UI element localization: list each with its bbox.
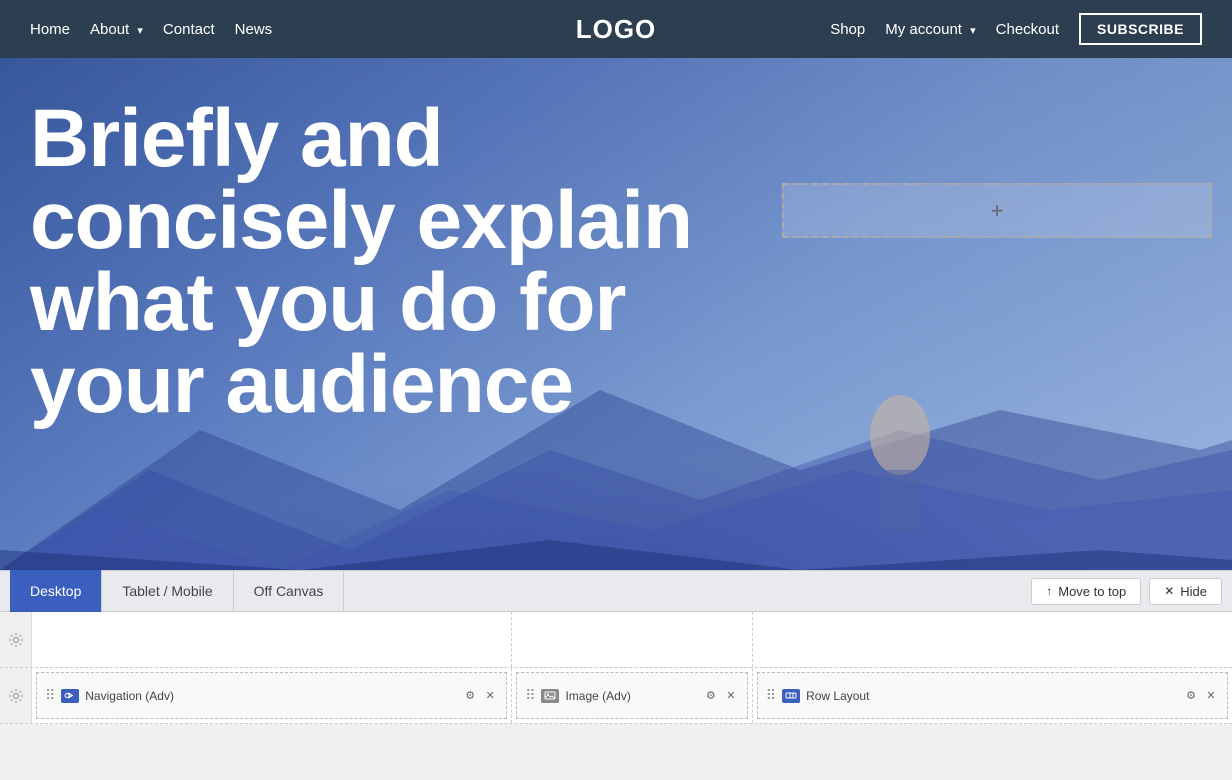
nav-shop[interactable]: Shop <box>830 21 865 38</box>
row-layout-gear-icon[interactable]: ⚙ <box>1183 688 1199 704</box>
row-2-col-img: ⠿ Image (Adv) ⚙ ✕ <box>512 668 753 723</box>
nav-contact[interactable]: Contact <box>163 21 215 38</box>
hero-section: Briefly and concisely explain what you d… <box>0 58 1232 570</box>
drag-handle-icon-2[interactable]: ⠿ <box>525 687 535 704</box>
settings-gear-icon-2 <box>8 688 24 704</box>
settings-gear-icon <box>8 632 24 648</box>
nav-widget-close-icon[interactable]: ✕ <box>482 688 498 704</box>
img-widget-controls: ⚙ ✕ <box>703 688 739 704</box>
tab-desktop[interactable]: Desktop <box>10 570 102 612</box>
row-layout-widget-label: Row Layout <box>806 689 869 703</box>
row-2-settings[interactable] <box>0 668 32 723</box>
row-layout-close-icon[interactable]: ✕ <box>1203 688 1219 704</box>
view-tabs: Desktop Tablet / Mobile Off Canvas <box>10 570 344 612</box>
subscribe-button[interactable]: SUBSCRIBE <box>1079 13 1202 45</box>
account-dropdown-icon: ▾ <box>970 24 976 37</box>
hero-add-widget-box[interactable]: + <box>782 183 1212 238</box>
nav-widget-label: Navigation (Adv) <box>85 689 174 703</box>
row-layout-widget-icon <box>782 689 800 703</box>
row-1-col-1 <box>32 612 512 667</box>
img-widget-gear-icon[interactable]: ⚙ <box>703 688 719 704</box>
row-2-columns: ⠿ Navigation (Adv) ⚙ ✕ <box>32 668 1232 723</box>
img-widget-icon <box>541 689 559 703</box>
drag-handle-icon-3[interactable]: ⠿ <box>766 687 776 704</box>
row-1-settings[interactable] <box>0 612 32 667</box>
image-widget-label: Image (Adv) <box>565 689 630 703</box>
page-builder-toolbar: Desktop Tablet / Mobile Off Canvas ↑ Mov… <box>0 570 1232 612</box>
hide-button[interactable]: ✕ Hide <box>1149 578 1222 605</box>
nav-left: Home About ▾ Contact News <box>30 21 272 38</box>
row-layout-widget-controls: ⚙ ✕ <box>1183 688 1219 704</box>
site-header: Home About ▾ Contact News LOGO Shop My a… <box>0 0 1232 58</box>
row-1-columns <box>32 612 1232 667</box>
nav-about[interactable]: About ▾ <box>90 21 143 38</box>
drag-handle-icon[interactable]: ⠿ <box>45 687 55 704</box>
img-widget-close-icon[interactable]: ✕ <box>723 688 739 704</box>
nav-right: Shop My account ▾ Checkout SUBSCRIBE <box>830 13 1202 45</box>
add-widget-icon: + <box>991 198 1004 224</box>
builder-row-1 <box>0 612 1232 668</box>
nav-widget-icon <box>61 689 79 703</box>
nav-checkout[interactable]: Checkout <box>996 21 1059 38</box>
nav-widget-controls: ⚙ ✕ <box>462 688 498 704</box>
toolbar-actions: ↑ Move to top ✕ Hide <box>1031 578 1222 605</box>
builder-row-2: ⠿ Navigation (Adv) ⚙ ✕ <box>0 668 1232 724</box>
hero-headline: Briefly and concisely explain what you d… <box>30 98 750 426</box>
nav-news[interactable]: News <box>235 21 273 38</box>
tab-off-canvas[interactable]: Off Canvas <box>234 570 345 612</box>
nav-widget-gear-icon[interactable]: ⚙ <box>462 688 478 704</box>
tab-tablet-mobile[interactable]: Tablet / Mobile <box>102 570 233 612</box>
move-to-top-icon: ↑ <box>1046 584 1052 598</box>
hide-icon: ✕ <box>1164 584 1174 598</box>
navigation-widget[interactable]: ⠿ Navigation (Adv) ⚙ ✕ <box>36 672 507 719</box>
row-2-col-rowlayout: ⠿ Row Layout ⚙ ✕ <box>753 668 1232 723</box>
about-dropdown-icon: ▾ <box>137 24 143 37</box>
nav-my-account[interactable]: My account ▾ <box>885 21 975 38</box>
site-logo: LOGO <box>576 14 657 45</box>
row-1-col-2 <box>512 612 753 667</box>
row-2-col-nav: ⠿ Navigation (Adv) ⚙ ✕ <box>32 668 512 723</box>
row-layout-widget[interactable]: ⠿ Row Layout ⚙ ✕ <box>757 672 1228 719</box>
nav-home[interactable]: Home <box>30 21 70 38</box>
move-to-top-button[interactable]: ↑ Move to top <box>1031 578 1141 605</box>
row-1-col-3 <box>753 612 1232 667</box>
image-widget[interactable]: ⠿ Image (Adv) ⚙ ✕ <box>516 672 748 719</box>
builder-area: ⠿ Navigation (Adv) ⚙ ✕ <box>0 612 1232 724</box>
